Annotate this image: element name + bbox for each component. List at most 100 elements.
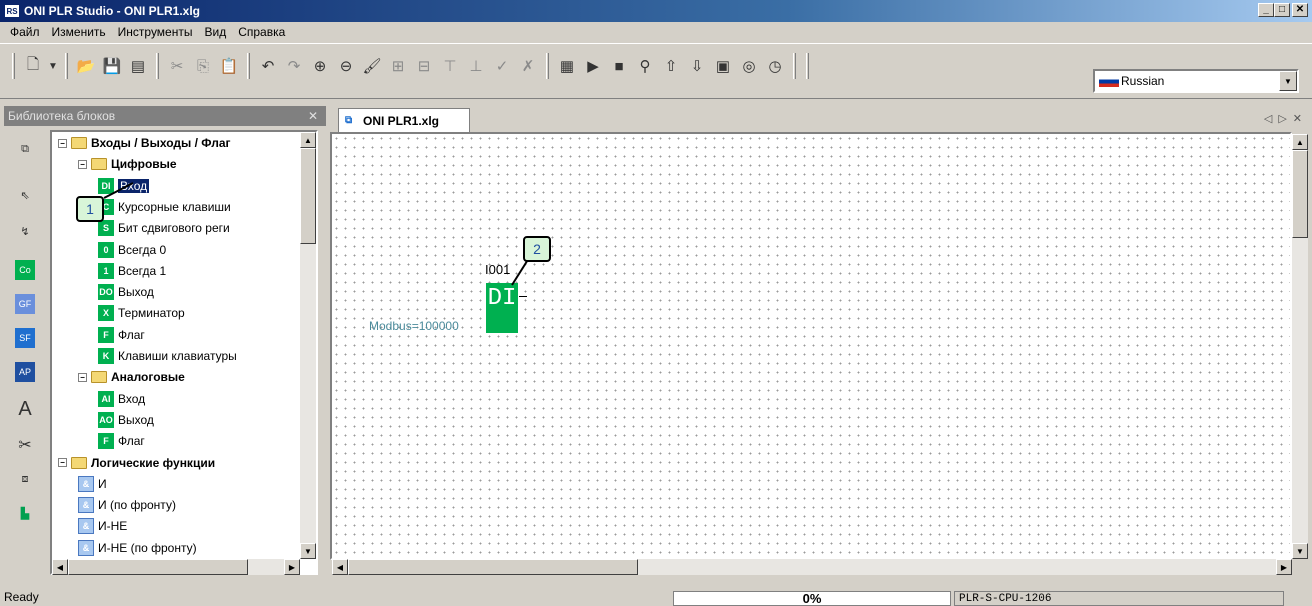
- toolbar-grip[interactable]: [806, 53, 809, 79]
- sf-tool-icon[interactable]: SF: [15, 328, 35, 348]
- canvas-vertical-scrollbar[interactable]: ▲ ▼: [1292, 134, 1308, 559]
- diagram-canvas[interactable]: [330, 132, 1292, 560]
- scroll-thumb[interactable]: [348, 559, 638, 575]
- tree-item[interactable]: DI Вход: [98, 177, 150, 195]
- menu-help[interactable]: Справка: [232, 25, 291, 39]
- tree-vertical-scrollbar[interactable]: ▲ ▼: [300, 132, 316, 559]
- canvas-horizontal-scrollbar[interactable]: ◀ ▶: [332, 559, 1292, 575]
- brush-icon[interactable]: 🖌: [360, 53, 384, 79]
- di-block[interactable]: DI: [486, 283, 518, 333]
- upload-icon[interactable]: ⇧: [659, 53, 683, 79]
- language-select[interactable]: Russian ▼: [1093, 69, 1299, 93]
- collapse-icon[interactable]: −: [58, 138, 67, 148]
- stop-icon[interactable]: ■: [607, 53, 631, 79]
- toolbar-grip[interactable]: [12, 53, 15, 79]
- new-file-icon[interactable]: 🗋: [21, 53, 45, 79]
- tree-item[interactable]: S Бит сдвигового реги: [98, 219, 230, 237]
- tab-oni-plr1[interactable]: ⧉ ONI PLR1.xlg: [338, 108, 470, 132]
- redo-icon[interactable]: ↷: [282, 53, 306, 79]
- pointer-icon[interactable]: ⇖: [12, 182, 38, 208]
- tree-item[interactable]: & И (по фронту): [78, 496, 176, 514]
- copy-icon[interactable]: ⎘: [191, 53, 215, 79]
- align-right-icon[interactable]: ⊟: [412, 53, 436, 79]
- align-bottom-icon[interactable]: ⊥: [464, 53, 488, 79]
- align-top-icon[interactable]: ⊤: [438, 53, 462, 79]
- save-icon[interactable]: 💾: [100, 53, 124, 79]
- maximize-button[interactable]: □: [1274, 3, 1290, 17]
- tree-item[interactable]: AI Вход: [98, 390, 145, 408]
- scroll-thumb[interactable]: [300, 148, 316, 244]
- undo-icon[interactable]: ↶: [256, 53, 280, 79]
- scroll-thumb[interactable]: [1292, 150, 1308, 238]
- tree-item[interactable]: C Курсорные клавиши: [98, 198, 231, 216]
- paste-icon[interactable]: 📋: [217, 53, 241, 79]
- tree-item[interactable]: & И-НЕ (по фронту): [78, 539, 197, 557]
- co-tool-icon[interactable]: Co: [15, 260, 35, 280]
- text-tool-icon[interactable]: A: [12, 396, 38, 422]
- menu-view[interactable]: Вид: [198, 25, 232, 39]
- menu-edit[interactable]: Изменить: [46, 25, 112, 39]
- scroll-down-icon[interactable]: ▼: [300, 543, 316, 559]
- scroll-right-icon[interactable]: ▶: [284, 559, 300, 575]
- tree-item[interactable]: & И-НЕ: [78, 517, 127, 535]
- block-output-pin[interactable]: [519, 296, 527, 297]
- align-left-icon[interactable]: ⊞: [386, 53, 410, 79]
- tree-folder[interactable]: − Цифровые: [78, 155, 177, 173]
- connect-icon[interactable]: ↯: [12, 218, 38, 244]
- tree-item[interactable]: F Флаг: [98, 432, 145, 450]
- collapse-icon[interactable]: −: [78, 159, 87, 169]
- di-block-type: DI: [487, 285, 517, 312]
- zoom-in-icon[interactable]: ⊕: [308, 53, 332, 79]
- gf-tool-icon[interactable]: GF: [15, 294, 35, 314]
- scroll-right-icon[interactable]: ▶: [1276, 559, 1292, 575]
- ap-tool-icon[interactable]: AP: [15, 362, 35, 382]
- check-icon[interactable]: ✓: [490, 53, 514, 79]
- macro-icon[interactable]: ⧈: [12, 466, 38, 492]
- scroll-left-icon[interactable]: ◀: [332, 559, 348, 575]
- tab-navigation[interactable]: ◁▷✕: [1264, 112, 1308, 125]
- scroll-down-icon[interactable]: ▼: [1292, 543, 1308, 559]
- tree-item[interactable]: X Терминатор: [98, 304, 185, 322]
- tree-folder[interactable]: − Входы / Выходы / Флаг: [58, 134, 231, 152]
- run-icon[interactable]: ▶: [581, 53, 605, 79]
- tree-item[interactable]: 0 Всегда 0: [98, 241, 166, 259]
- cut-wire-icon[interactable]: ✂: [12, 432, 38, 458]
- download-icon[interactable]: ⇩: [685, 53, 709, 79]
- export-icon[interactable]: ▙: [12, 500, 38, 526]
- cpu-model-label: PLR-S-CPU-1206: [954, 591, 1284, 606]
- save-all-icon[interactable]: ▤: [126, 53, 150, 79]
- zoom-out-icon[interactable]: ⊖: [334, 53, 358, 79]
- tree-item[interactable]: 1 Всегда 1: [98, 262, 166, 280]
- chevron-down-icon[interactable]: ▼: [1279, 71, 1297, 91]
- collapse-icon[interactable]: −: [78, 372, 87, 382]
- scroll-up-icon[interactable]: ▲: [1292, 134, 1308, 150]
- clear-icon[interactable]: ✗: [516, 53, 540, 79]
- tree-folder[interactable]: − Аналоговые: [78, 368, 185, 386]
- scroll-left-icon[interactable]: ◀: [52, 559, 68, 575]
- cut-icon[interactable]: ✂: [165, 53, 189, 79]
- menu-file[interactable]: Файл: [4, 25, 46, 39]
- close-panel-icon[interactable]: ✕: [308, 109, 318, 123]
- tree-item[interactable]: & И: [78, 475, 107, 493]
- settings-icon[interactable]: ◎: [737, 53, 761, 79]
- window-icon[interactable]: ⧉: [12, 136, 38, 162]
- collapse-icon[interactable]: −: [58, 458, 67, 467]
- scroll-up-icon[interactable]: ▲: [300, 132, 316, 148]
- monitor-icon[interactable]: ⚲: [633, 53, 657, 79]
- tree-item[interactable]: AO Выход: [98, 411, 154, 429]
- close-button[interactable]: ✕: [1292, 3, 1308, 17]
- open-folder-icon[interactable]: 📂: [74, 53, 98, 79]
- compile-icon[interactable]: ▦: [555, 53, 579, 79]
- scroll-thumb[interactable]: [68, 559, 248, 575]
- new-dropdown-icon[interactable]: ▼: [47, 53, 59, 79]
- tree-folder[interactable]: − Логические функции: [58, 454, 215, 472]
- tree-item[interactable]: DO Выход: [98, 283, 154, 301]
- clock-icon[interactable]: ◷: [763, 53, 787, 79]
- tree-item[interactable]: F Флаг: [98, 326, 145, 344]
- tree-item[interactable]: K Клавиши клавиатуры: [98, 347, 237, 365]
- tree-item-label: Цифровые: [111, 157, 177, 172]
- tree-horizontal-scrollbar[interactable]: ◀ ▶: [52, 559, 300, 575]
- minimize-button[interactable]: _: [1258, 3, 1274, 17]
- device-icon[interactable]: ▣: [711, 53, 735, 79]
- menu-tools[interactable]: Инструменты: [112, 25, 199, 39]
